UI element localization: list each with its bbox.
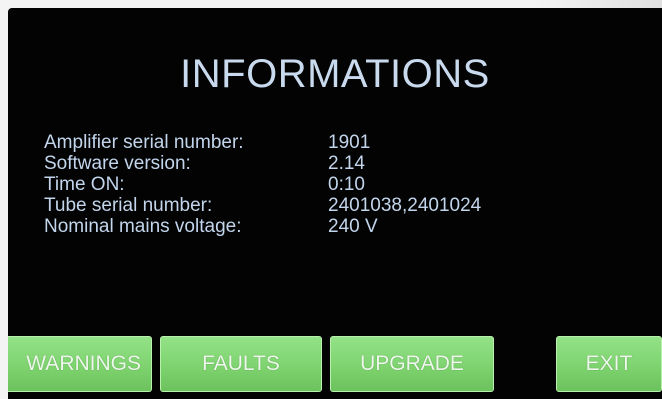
device-frame: INFORMATIONS Amplifier serial number: 19… bbox=[0, 0, 662, 399]
upgrade-button[interactable]: UPGRADE bbox=[330, 336, 494, 392]
info-row-amplifier-serial: Amplifier serial number: 1901 bbox=[44, 132, 481, 153]
info-row-time-on: Time ON: 0:10 bbox=[44, 174, 481, 195]
info-value: 0:10 bbox=[328, 174, 365, 195]
info-list: Amplifier serial number: 1901 Software v… bbox=[44, 132, 481, 237]
info-value: 1901 bbox=[328, 132, 371, 153]
display-screen: INFORMATIONS Amplifier serial number: 19… bbox=[8, 8, 662, 399]
info-row-software-version: Software version: 2.14 bbox=[44, 153, 481, 174]
info-value: 2401038,2401024 bbox=[328, 195, 482, 216]
faults-button[interactable]: FAULTS bbox=[160, 336, 322, 392]
upgrade-button-label: UPGRADE bbox=[360, 352, 464, 375]
info-label: Time ON: bbox=[44, 174, 125, 195]
warnings-button-label: WARNINGS bbox=[26, 352, 141, 375]
info-label: Amplifier serial number: bbox=[44, 132, 244, 153]
info-label: Nominal mains voltage: bbox=[44, 216, 242, 237]
info-row-tube-serial: Tube serial number: 2401038,2401024 bbox=[44, 195, 481, 216]
info-value: 2.14 bbox=[328, 153, 365, 174]
exit-button-label: EXIT bbox=[585, 352, 633, 375]
info-label: Software version: bbox=[44, 153, 191, 174]
page-title: INFORMATIONS bbox=[180, 52, 490, 96]
info-label: Tube serial number: bbox=[44, 195, 213, 216]
faults-button-label: FAULTS bbox=[202, 352, 280, 375]
warnings-button[interactable]: WARNINGS bbox=[8, 336, 152, 392]
info-row-mains-voltage: Nominal mains voltage: 240 V bbox=[44, 216, 481, 237]
info-value: 240 V bbox=[328, 216, 378, 237]
exit-button[interactable]: EXIT bbox=[556, 336, 662, 392]
